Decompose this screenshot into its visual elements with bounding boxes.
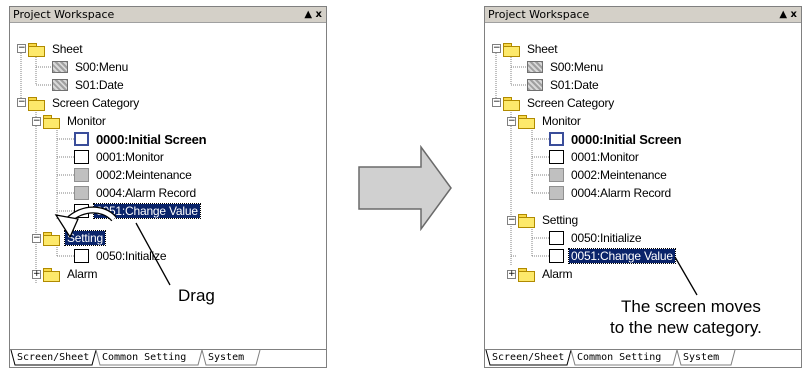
panel-titlebar: Project Workspace ▲ x (10, 7, 326, 23)
tree-node-monitor-screen[interactable]: 0001:Monitor (549, 148, 641, 166)
collapse-toggle-monitor[interactable]: − (507, 117, 516, 126)
tree-node-s01-date[interactable]: S01:Date (527, 76, 600, 94)
screen-icon (74, 150, 89, 164)
panel-tab-strip: Screen/Sheet Common Setting System (10, 349, 326, 367)
folder-icon (28, 42, 45, 57)
tree-node-s01-date[interactable]: S01:Date (52, 76, 125, 94)
screen-icon (74, 132, 89, 146)
tab-screen-sheet[interactable]: Screen/Sheet (492, 350, 564, 365)
sheet-icon (52, 79, 68, 91)
screen-icon (74, 186, 89, 200)
collapse-toggle-setting[interactable]: − (32, 234, 41, 243)
tree-node-change-value[interactable]: 0051:Change Value (549, 247, 676, 265)
tree-node-s00-menu[interactable]: S00:Menu (52, 58, 130, 76)
collapse-toggle-monitor[interactable]: − (32, 117, 41, 126)
folder-icon (518, 213, 535, 228)
folder-icon (518, 114, 535, 129)
project-tree: − Sheet S00:Menu S01:Date − Screen Categ… (10, 23, 326, 329)
tree-node-initialize[interactable]: 0050:Initialize (549, 229, 643, 247)
drag-label: Drag (178, 286, 215, 305)
right-arrow-icon (358, 145, 452, 231)
screen-icon (74, 168, 89, 182)
folder-icon (518, 267, 535, 282)
tab-system[interactable]: System (683, 350, 719, 365)
tree-node-sheet[interactable]: Sheet (28, 40, 84, 58)
tree-node-alarm-record[interactable]: 0004:Alarm Record (549, 184, 673, 202)
tree-node-screen-category[interactable]: Screen Category (28, 94, 141, 112)
tree-node-setting[interactable]: Setting (43, 229, 106, 247)
collapse-toggle-setting[interactable]: − (507, 216, 516, 225)
move-caption-line1: The screen moves (621, 297, 761, 316)
panel-title: Project Workspace (13, 8, 115, 21)
collapse-toggle-screen-category[interactable]: − (492, 98, 501, 107)
sheet-icon (527, 61, 543, 73)
folder-icon (43, 267, 60, 282)
screen-icon (549, 231, 564, 245)
screen-icon (549, 168, 564, 182)
tree-node-initialize[interactable]: 0050:Initialize (74, 247, 168, 265)
tree-node-initial-screen[interactable]: 0000:Initial Screen (74, 130, 208, 148)
screen-icon (549, 132, 564, 146)
panel-window-controls[interactable]: ▲ x (304, 7, 322, 22)
sheet-icon (527, 79, 543, 91)
screen-icon (549, 249, 564, 263)
tree-node-s00-menu[interactable]: S00:Menu (527, 58, 605, 76)
panel-titlebar: Project Workspace ▲ x (485, 7, 801, 23)
tree-node-setting[interactable]: Setting (518, 211, 580, 229)
sheet-icon (52, 61, 68, 73)
expand-toggle-alarm[interactable]: + (507, 270, 516, 279)
folder-icon (43, 114, 60, 129)
tree-node-maintenance[interactable]: 0002:Meintenance (549, 166, 669, 184)
collapse-toggle-screen-category[interactable]: − (17, 98, 26, 107)
panel-tab-strip: Screen/Sheet Common Setting System (485, 349, 801, 367)
move-caption-line2: to the new category. (610, 318, 762, 337)
tree-node-monitor[interactable]: Monitor (518, 112, 583, 130)
collapse-toggle-sheet[interactable]: − (17, 44, 26, 53)
collapse-toggle-sheet[interactable]: − (492, 44, 501, 53)
folder-icon (503, 96, 520, 111)
tree-node-monitor-screen[interactable]: 0001:Monitor (74, 148, 166, 166)
panel-title: Project Workspace (488, 8, 590, 21)
folder-icon (43, 231, 60, 246)
folder-icon (503, 42, 520, 57)
tree-node-initial-screen[interactable]: 0000:Initial Screen (549, 130, 683, 148)
tree-node-alarm[interactable]: Alarm (518, 265, 574, 283)
tree-node-alarm[interactable]: Alarm (43, 265, 99, 283)
tab-system[interactable]: System (208, 350, 244, 365)
screen-icon (549, 186, 564, 200)
project-tree: − Sheet S00:Menu S01:Date − Screen Categ… (485, 23, 801, 329)
folder-icon (28, 96, 45, 111)
tab-common-setting[interactable]: Common Setting (577, 350, 661, 365)
screen-icon (74, 249, 89, 263)
expand-toggle-alarm[interactable]: + (32, 270, 41, 279)
project-workspace-panel-before: Project Workspace ▲ x − Sheet S00:Menu S… (9, 6, 327, 368)
tree-node-monitor[interactable]: Monitor (43, 112, 108, 130)
screen-icon (74, 204, 89, 218)
screen-icon (549, 150, 564, 164)
tree-node-maintenance[interactable]: 0002:Meintenance (74, 166, 194, 184)
tree-node-sheet[interactable]: Sheet (503, 40, 559, 58)
tab-common-setting[interactable]: Common Setting (102, 350, 186, 365)
tree-node-screen-category[interactable]: Screen Category (503, 94, 616, 112)
tree-node-change-value[interactable]: 0051:Change Value (74, 202, 201, 220)
tab-screen-sheet[interactable]: Screen/Sheet (17, 350, 89, 365)
panel-window-controls[interactable]: ▲ x (779, 7, 797, 22)
project-workspace-panel-after: Project Workspace ▲ x − Sheet S00:Menu S… (484, 6, 802, 368)
tree-node-alarm-record[interactable]: 0004:Alarm Record (74, 184, 198, 202)
